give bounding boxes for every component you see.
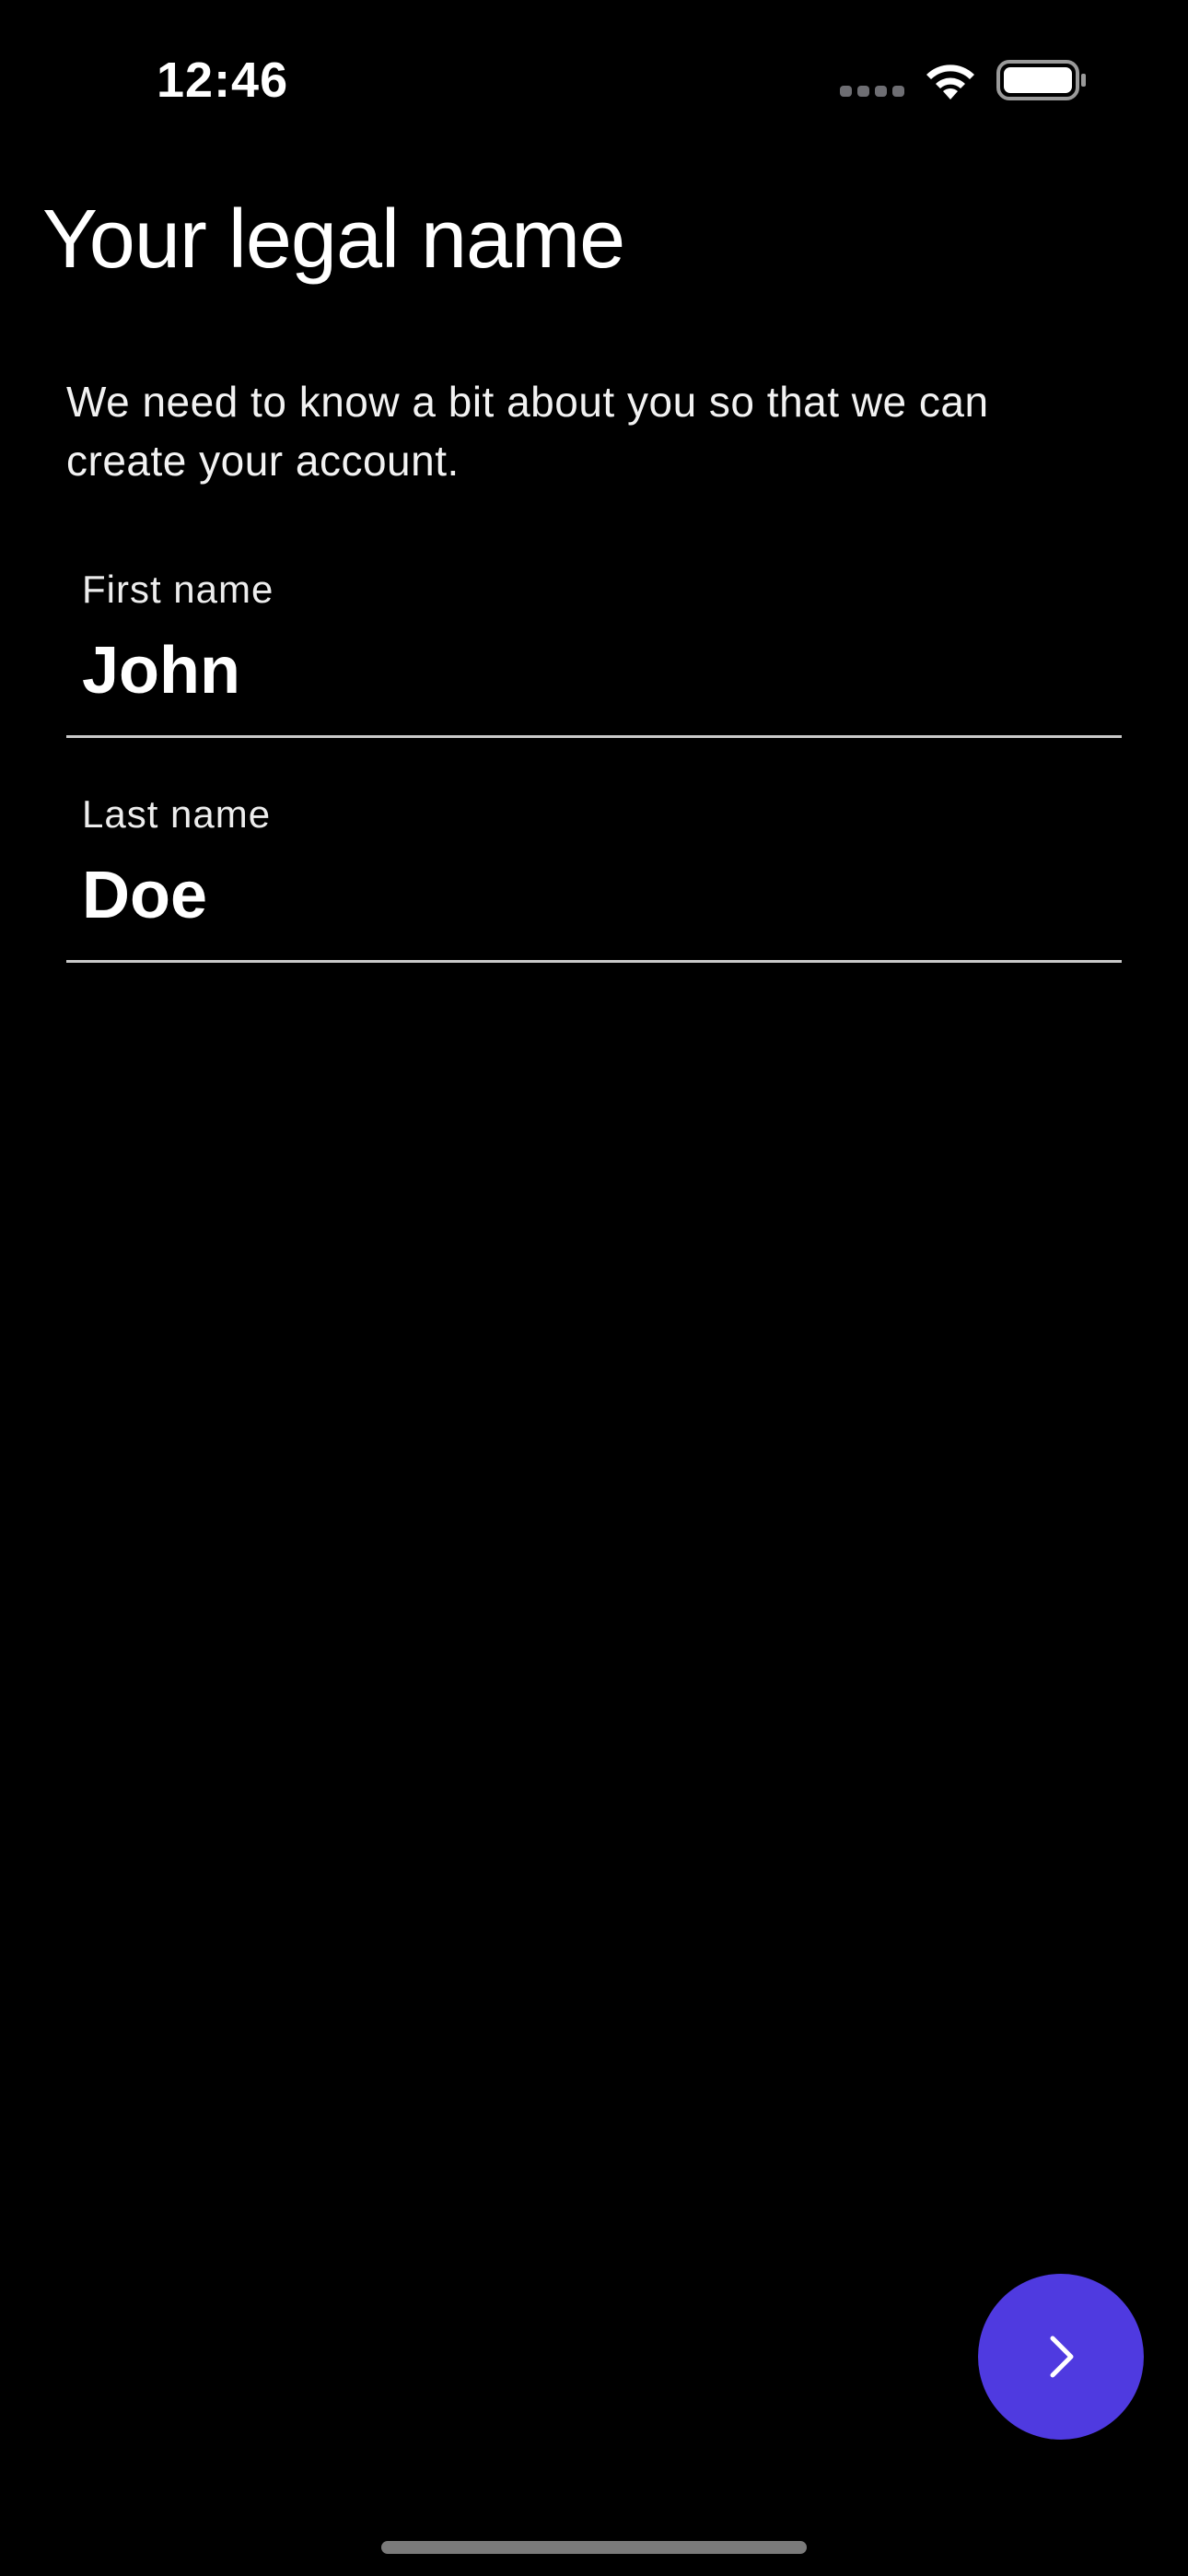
- wifi-icon: [921, 59, 980, 103]
- last-name-field[interactable]: Last name Doe: [66, 789, 1122, 963]
- first-name-field[interactable]: First name John: [66, 564, 1122, 738]
- home-indicator[interactable]: [381, 2541, 807, 2554]
- battery-icon: [996, 59, 1089, 101]
- status-time: 12:46: [157, 53, 289, 108]
- last-name-label: Last name: [82, 792, 272, 836]
- first-name-label: First name: [82, 568, 274, 611]
- chevron-right-icon: [1050, 2336, 1074, 2378]
- last-name-input[interactable]: Doe: [82, 851, 207, 940]
- page-title: Your legal name: [42, 193, 625, 286]
- signal-icon: [840, 86, 904, 97]
- next-button[interactable]: [978, 2274, 1144, 2440]
- first-name-input[interactable]: John: [82, 626, 240, 715]
- page-description: We need to know a bit about you so that …: [66, 378, 989, 485]
